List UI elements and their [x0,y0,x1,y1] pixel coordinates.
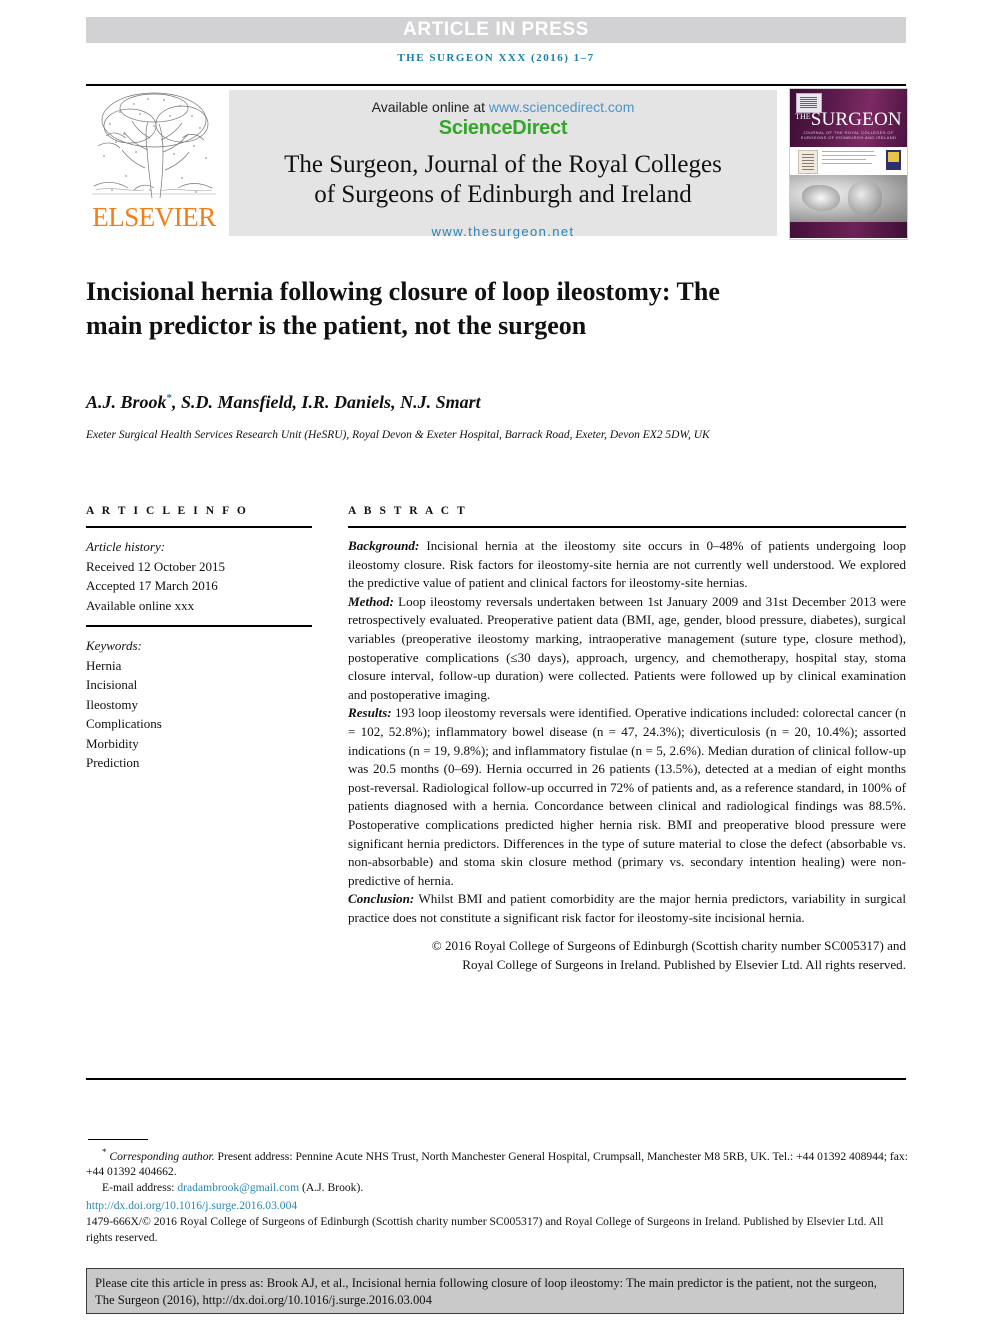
abstract-section: Results: 193 loop ileostomy reversals we… [348,704,906,890]
accepted-date: Accepted 17 March 2016 [86,578,218,593]
journal-cover-thumbnail: THESURGEON JOURNAL OF THE ROYAL COLLEGES… [789,88,908,240]
email-link[interactable]: dradambrook@gmail.com [177,1181,299,1194]
keyword-item: Hernia [86,657,122,673]
journal-title: The Surgeon, Journal of the Royal Colleg… [229,150,777,210]
abstract-section: Method: Loop ileostomy reversals underta… [348,593,906,705]
footnote-rule [88,1139,148,1140]
top-rule [86,84,906,86]
abstract-section: Conclusion: Whilst BMI and patient comor… [348,890,906,927]
cover-footer-band [790,222,907,238]
abstract-section-text: Loop ileostomy reversals undertaken betw… [348,593,906,702]
abstract-heading: A B S T R A C T [348,505,468,517]
cover-title-the: THE [795,112,811,121]
abstract-section-text: Incisional hernia at the ileostomy site … [348,538,906,591]
journal-title-line-2: of Surgeons of Edinburgh and Ireland [314,181,692,208]
article-in-press-banner: ARTICLE IN PRESS [86,17,906,43]
abstract-section-label: Results: [348,705,392,721]
corresponding-author-label: Corresponding author. [109,1149,215,1163]
journal-homepage-url[interactable]: www.thesurgeon.net [229,224,777,239]
authors-remaining: , S.D. Mansfield, I.R. Daniels, N.J. Sma… [172,392,481,412]
sciencedirect-box: Available online at www.sciencedirect.co… [229,90,777,239]
copyright-line-2: Royal College of Surgeons in Ireland. Pu… [462,957,906,973]
email-note: E-mail address: dradambrook@gmail.com (A… [86,1180,908,1196]
footnotes: * Corresponding author. Present address:… [86,1145,908,1245]
citation-text: Please cite this article in press as: Br… [95,1276,877,1307]
keyword-item: Incisional [86,677,138,692]
keyword-item: Ileostomy [86,696,138,712]
abstract-section-text: Whilst BMI and patient comorbidity are t… [348,891,906,925]
abstract-bottom-rule [86,1078,906,1080]
keyword-item: Prediction [86,755,140,770]
abstract-section-label: Conclusion: [348,891,415,907]
cover-contents-band [790,147,907,175]
elsevier-wordmark: ELSEVIER [92,202,216,232]
corresponding-author-note: * Corresponding author. Present address:… [86,1145,908,1180]
author-list: A.J. Brook*, S.D. Mansfield, I.R. Daniel… [86,392,846,413]
cover-subtitle: JOURNAL OF THE ROYAL COLLEGES OF SURGEON… [800,130,897,140]
running-head: THE SURGEON XXX (2016) 1–7 [397,52,595,64]
abstract-copyright: © 2016 Royal College of Surgeons of Edin… [348,937,906,974]
cover-photo [790,175,907,222]
article-info-rule [86,526,312,528]
article-in-press-label: ARTICLE IN PRESS [403,19,589,40]
available-online-date: Available online xxx [86,597,195,613]
issn-copyright-line: 1479-666X/© 2016 Royal College of Surgeo… [86,1215,884,1244]
cover-title: THESURGEON [790,107,907,130]
received-date: Received 12 October 2015 [86,558,225,574]
author-first: A.J. Brook [86,392,167,412]
journal-article-page: ARTICLE IN PRESS THE SURGEON XXX (2016) … [0,0,992,1323]
keywords-label: Keywords: [86,638,142,653]
abstract-section-text: 193 loop ileostomy reversals were identi… [348,705,906,888]
article-info-heading: A R T I C L E I N F O [86,505,249,517]
cover-badge-icon [886,150,901,170]
doi-link[interactable]: http://dx.doi.org/10.1016/j.surge.2016.0… [86,1198,908,1214]
sciencedirect-brand: ScienceDirect [438,117,568,139]
abstract-section-label: Background: [348,538,420,553]
cover-title-main: SURGEON [810,109,902,130]
article-info-column: A R T I C L E I N F O Article history: R… [86,505,312,773]
article-history: Article history: Received 12 October 201… [86,537,312,615]
keyword-item: Morbidity [86,735,139,751]
masthead: ELSEVIER Available online at www.science… [86,88,908,240]
abstract-body: Background: Incisional hernia at the ile… [348,537,906,975]
elsevier-logo: ELSEVIER [90,90,218,238]
page-title: Incisional hernia following closure of l… [86,277,720,341]
footnote-star-marker: * [102,1147,107,1157]
affiliation: Exeter Surgical Health Services Research… [86,429,710,441]
cover-header-band: THESURGEON JOURNAL OF THE ROYAL COLLEGES… [790,89,907,147]
keywords-list: Keywords: Hernia Incisional Ileostomy Co… [86,636,312,773]
email-label: E-mail address: [102,1181,175,1195]
citation-box: Please cite this article in press as: Br… [86,1268,904,1314]
keyword-item: Complications [86,716,162,731]
available-online-line: Available online at www.sciencedirect.co… [229,99,777,115]
journal-title-line-1: The Surgeon, Journal of the Royal Colleg… [284,151,722,178]
cover-contents-lines [822,151,878,167]
cover-crest-icon [798,150,818,174]
abstract-rule [348,526,906,528]
article-history-label: Article history: [86,539,166,554]
keywords-rule [86,625,312,627]
sciencedirect-url[interactable]: www.sciencedirect.com [489,99,635,115]
abstract-section-label: Method: [348,593,394,609]
abstract-column: A B S T R A C T Background: Incisional h… [348,505,906,975]
copyright-line-1: © 2016 Royal College of Surgeons of Edin… [431,938,906,954]
abstract-section: Background: Incisional hernia at the ile… [348,537,906,593]
elsevier-tree-icon [90,90,218,205]
available-online-text: Available online at [371,99,489,115]
email-attribution: (A.J. Brook). [302,1181,364,1195]
